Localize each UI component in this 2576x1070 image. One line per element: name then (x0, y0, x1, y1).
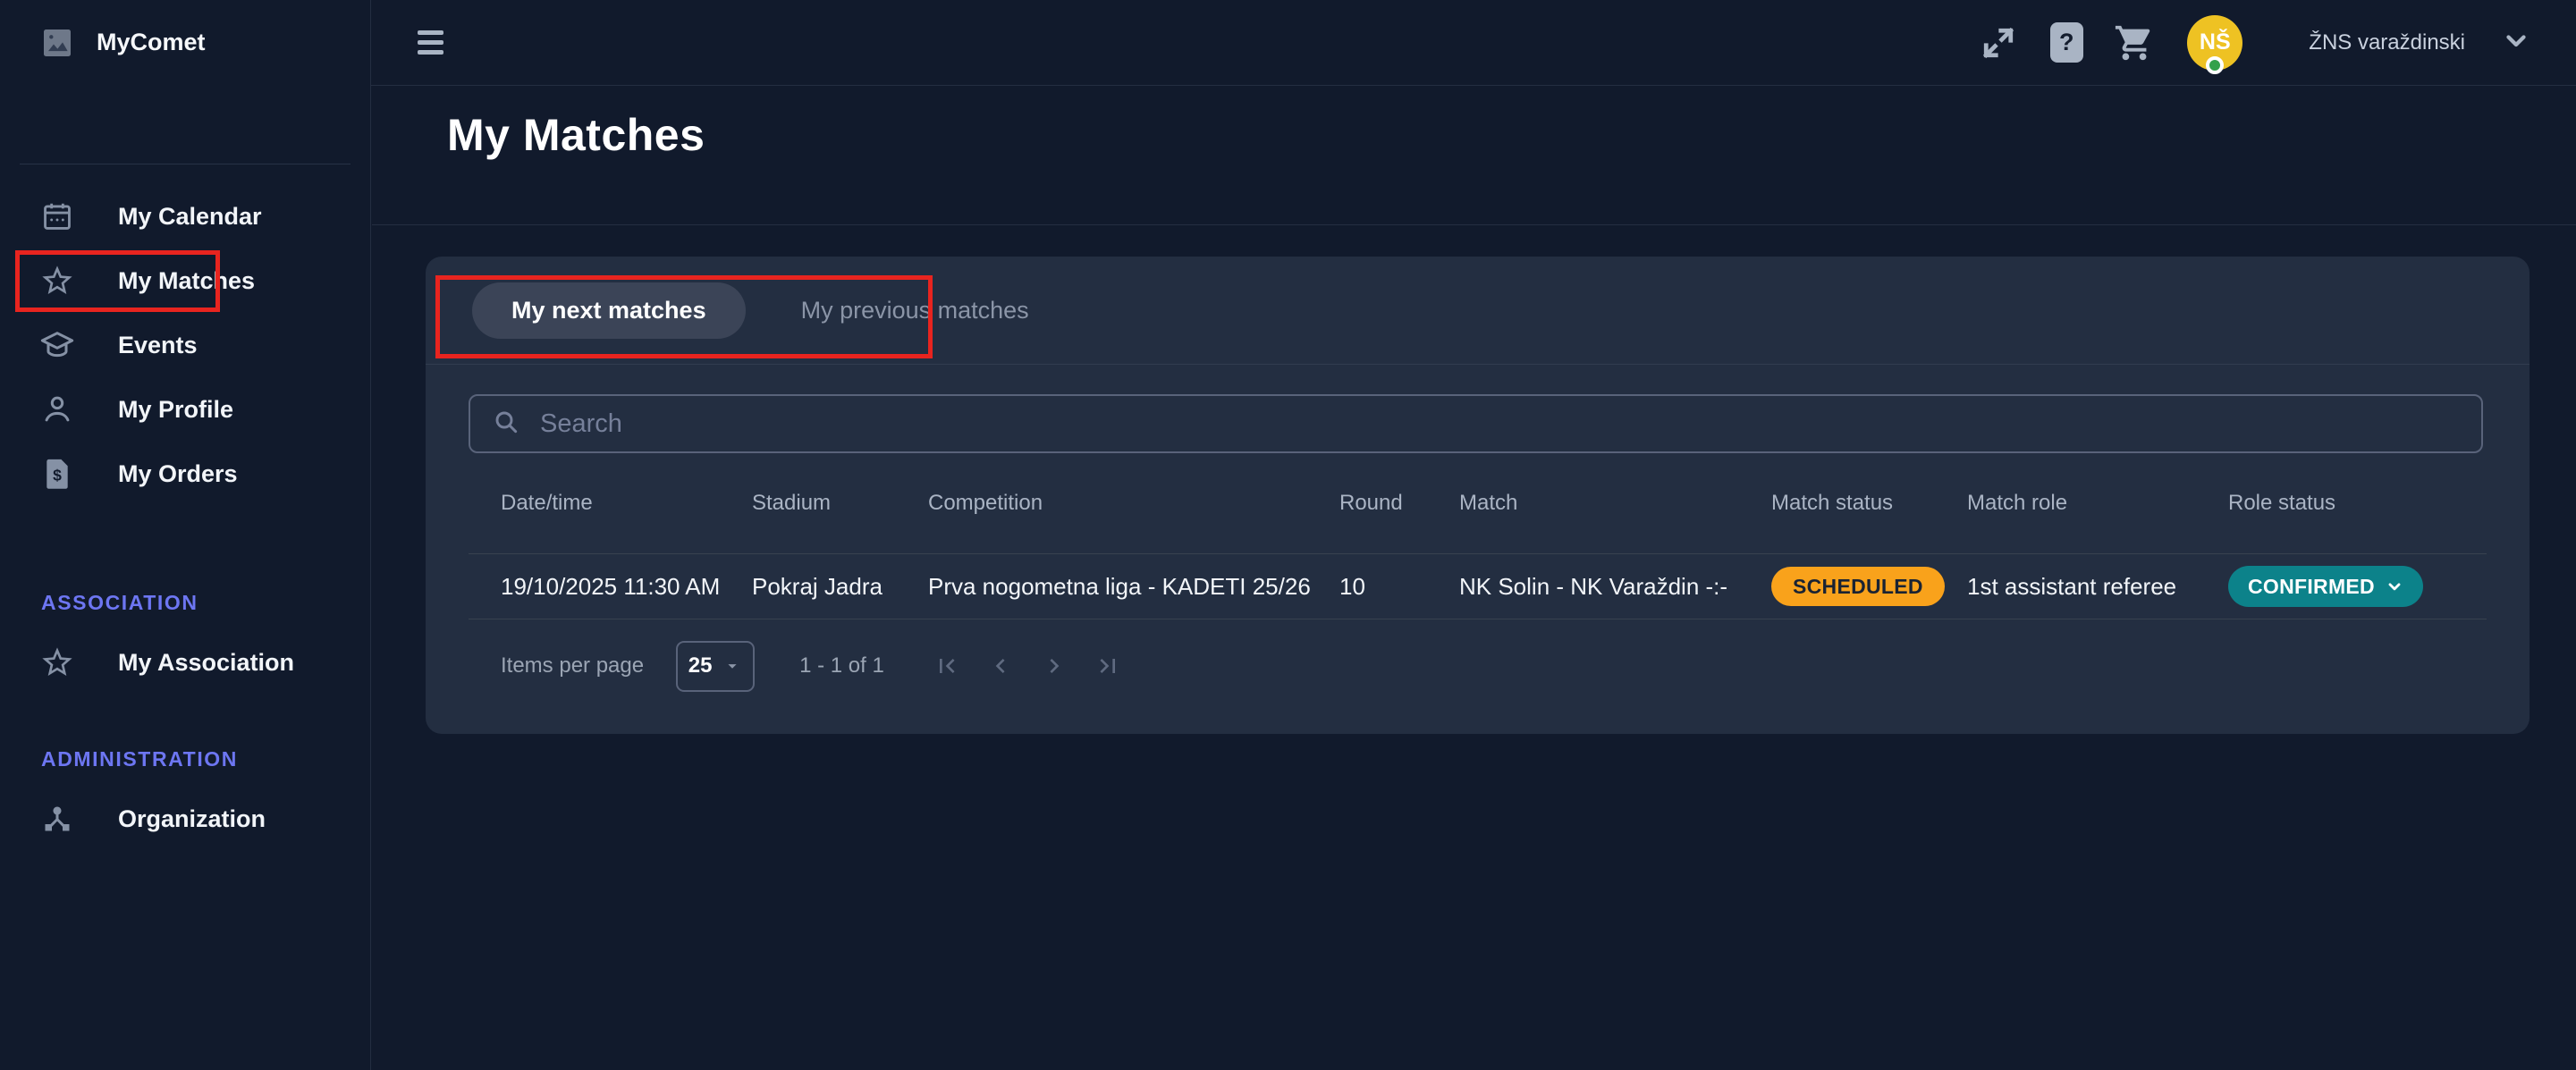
dropdown-arrow-icon (722, 656, 742, 676)
menu-toggle-button[interactable] (418, 22, 459, 63)
table-row[interactable]: 19/10/2025 11:30 AM Pokraj Jadra Prva no… (469, 554, 2487, 619)
page-header: My Matches (372, 86, 2576, 225)
graduation-cap-icon (39, 327, 75, 363)
invoice-icon: $ (39, 456, 75, 492)
association-selector-label[interactable]: ŽNS varaždinski (2309, 30, 2465, 55)
pagination-range: 1 - 1 of 1 (799, 653, 884, 678)
column-header: Competition (928, 491, 1339, 516)
star-icon (39, 263, 75, 299)
sidebar-section-administration: ADMINISTRATION (0, 746, 370, 772)
column-header: Role status (2228, 491, 2487, 516)
search-bar (469, 394, 2483, 453)
cell-datetime: 19/10/2025 11:30 AM (501, 573, 752, 601)
sidebar-item-label: My Calendar (118, 203, 262, 231)
sidebar-item-events[interactable]: Events (0, 313, 370, 377)
tab-label: My next matches (511, 297, 706, 324)
org-chart-icon (39, 801, 75, 837)
sidebar-item-label: My Association (118, 649, 294, 677)
column-header: Stadium (752, 491, 928, 516)
column-header: Match role (1967, 491, 2228, 516)
help-glyph: ? (2059, 29, 2074, 56)
sidebar-item-label: My Orders (118, 460, 238, 488)
items-per-page-label: Items per page (501, 653, 644, 678)
search-input[interactable] (540, 409, 2481, 439)
sidebar-item-label: Organization (118, 805, 266, 833)
avatar[interactable]: NŠ (2187, 15, 2242, 71)
avatar-initials: NŠ (2200, 29, 2231, 55)
person-icon (39, 392, 75, 427)
previous-page-button[interactable] (974, 639, 1027, 693)
cell-stadium: Pokraj Jadra (752, 573, 928, 601)
sidebar-section-association: ASSOCIATION (0, 589, 370, 616)
cell-competition: Prva nogometna liga - KADETI 25/26 (928, 573, 1339, 601)
role-status-dropdown[interactable]: CONFIRMED (2228, 566, 2423, 607)
tab-my-previous-matches[interactable]: My previous matches (801, 297, 1029, 324)
online-status-dot (2206, 56, 2224, 74)
last-page-button[interactable] (1081, 639, 1135, 693)
topbar-divider (0, 85, 2576, 86)
search-icon (492, 408, 520, 441)
help-icon[interactable]: ? (2046, 22, 2087, 63)
sidebar-item-label: Events (118, 332, 198, 359)
sidebar-item-my-association[interactable]: My Association (0, 630, 370, 695)
column-header: Match status (1771, 491, 1967, 516)
column-header: Round (1339, 491, 1459, 516)
image-placeholder-icon (39, 25, 75, 61)
table-header-row: Date/time Stadium Competition Round Matc… (469, 453, 2487, 554)
match-status-badge: SCHEDULED (1771, 567, 1945, 606)
topbar: ? NŠ ŽNS varaždinski (371, 0, 2576, 85)
tab-my-next-matches[interactable]: My next matches (472, 282, 746, 339)
sidebar-item-my-orders[interactable]: $ My Orders (0, 442, 370, 506)
app-title: MyComet (97, 29, 206, 56)
page-title: My Matches (447, 109, 2576, 161)
sidebar-item-my-calendar[interactable]: My Calendar (0, 184, 370, 249)
chevron-down-icon (2386, 577, 2403, 595)
sidebar-item-label: My Profile (118, 396, 233, 424)
items-per-page-select[interactable]: 25 (676, 641, 755, 692)
next-page-button[interactable] (1027, 639, 1081, 693)
sidebar-item-organization[interactable]: Organization (0, 787, 370, 851)
matches-card: My next matches My previous matches Date… (426, 257, 2530, 734)
chevron-down-icon[interactable] (2501, 25, 2531, 60)
pagination: Items per page 25 1 - 1 of 1 (501, 630, 1135, 702)
cell-round: 10 (1339, 573, 1459, 601)
sidebar: MyComet My Calendar My Matches Events My (0, 0, 371, 1070)
tabs-bar: My next matches My previous matches (426, 257, 2530, 365)
cart-icon[interactable] (2114, 22, 2155, 63)
column-header: Date/time (501, 491, 752, 516)
fullscreen-icon[interactable] (1978, 22, 2019, 63)
sidebar-item-my-profile[interactable]: My Profile (0, 377, 370, 442)
cell-match: NK Solin - NK Varaždin -:- (1459, 573, 1771, 601)
cell-match-role: 1st assistant referee (1967, 573, 2228, 601)
items-per-page-value: 25 (688, 653, 713, 678)
first-page-button[interactable] (920, 639, 974, 693)
svg-text:$: $ (53, 466, 62, 484)
star-icon (39, 645, 75, 680)
column-header: Match (1459, 491, 1771, 516)
app-logo: MyComet (0, 0, 370, 85)
sidebar-item-label: My Matches (118, 267, 255, 295)
calendar-icon (39, 198, 75, 234)
role-status-label: CONFIRMED (2248, 575, 2375, 599)
sidebar-item-my-matches[interactable]: My Matches (0, 249, 370, 313)
